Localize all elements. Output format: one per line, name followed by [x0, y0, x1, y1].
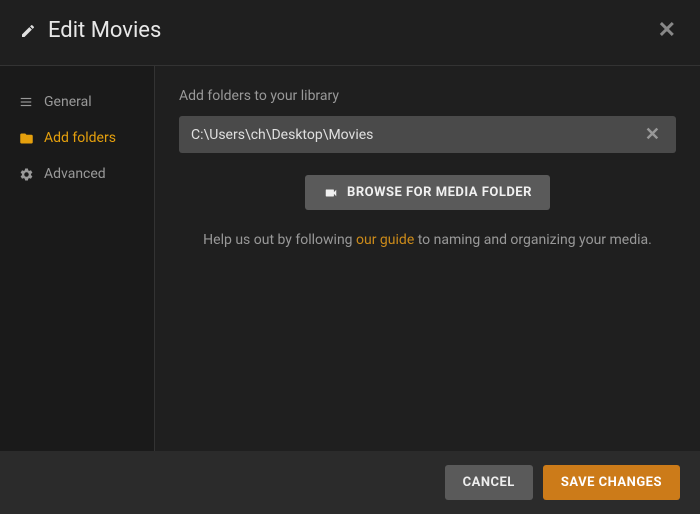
help-text: Help us out by following our guide to na… [179, 232, 676, 248]
camera-icon [323, 186, 339, 200]
folder-path: C:\Users\ch\Desktop\Movies [191, 127, 641, 143]
help-link[interactable]: our guide [356, 232, 414, 248]
help-suffix: to naming and organizing your media. [414, 232, 652, 248]
cancel-button[interactable]: CANCEL [445, 465, 533, 500]
help-prefix: Help us out by following [203, 232, 356, 248]
sidebar-item-label: Advanced [44, 166, 106, 182]
close-icon[interactable]: ✕ [654, 14, 680, 47]
section-label: Add folders to your library [179, 88, 676, 104]
folder-icon [18, 131, 34, 146]
sidebar-item-label: General [44, 94, 92, 110]
sidebar: General Add folders Advanced [0, 66, 155, 451]
sidebar-item-general[interactable]: General [0, 84, 154, 120]
dialog-title: Edit Movies [48, 18, 161, 43]
pencil-icon [20, 22, 36, 40]
folder-row: C:\Users\ch\Desktop\Movies ✕ [179, 116, 676, 153]
sidebar-item-advanced[interactable]: Advanced [0, 156, 154, 192]
dialog-footer: CANCEL SAVE CHANGES [0, 451, 700, 514]
remove-folder-icon[interactable]: ✕ [641, 124, 664, 145]
gear-icon [18, 167, 34, 182]
sidebar-item-add-folders[interactable]: Add folders [0, 120, 154, 156]
header-left: Edit Movies [20, 18, 161, 43]
menu-icon [18, 95, 34, 109]
browse-label: BROWSE FOR MEDIA FOLDER [347, 185, 532, 200]
browse-row: BROWSE FOR MEDIA FOLDER [179, 175, 676, 210]
content-panel: Add folders to your library C:\Users\ch\… [155, 66, 700, 451]
sidebar-item-label: Add folders [44, 130, 116, 146]
browse-button[interactable]: BROWSE FOR MEDIA FOLDER [305, 175, 550, 210]
dialog-body: General Add folders Advanced Add folders… [0, 66, 700, 451]
save-button[interactable]: SAVE CHANGES [543, 465, 680, 500]
dialog-header: Edit Movies ✕ [0, 0, 700, 66]
